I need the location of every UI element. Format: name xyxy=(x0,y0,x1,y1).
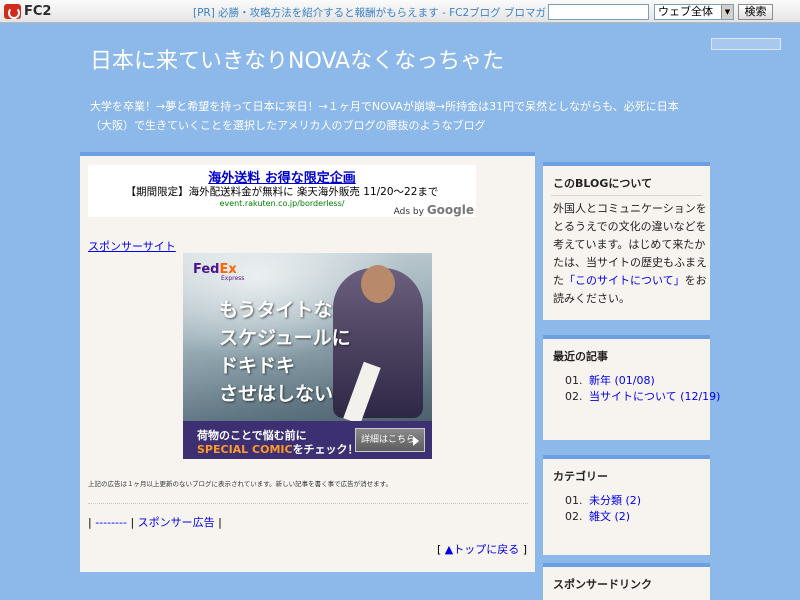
ads-by-google[interactable]: Ads by Google xyxy=(394,203,474,217)
categories-list: 01. 未分類 (2) 02. 雑文 (2) xyxy=(565,493,641,525)
list-item: 02. 当サイトについて (12/19) xyxy=(565,389,720,405)
sidebar-recent-title: 最近の記事 xyxy=(553,350,608,363)
nav-link-sponsor-ad[interactable]: スポンサー広告 xyxy=(138,516,215,529)
banner-line: させはしない xyxy=(219,383,334,405)
fedex-logo-fed: Fed xyxy=(193,262,220,277)
banner-line: スケジュールに xyxy=(219,327,351,349)
blog-title[interactable]: 日本に来ていきなりNOVAなくなっちゃた xyxy=(90,43,504,75)
list-item-number: 02. xyxy=(565,510,583,523)
banner-cta-highlight: SPECIAL COMIC xyxy=(197,443,293,456)
divider xyxy=(88,503,528,504)
nav-link-dashes[interactable]: -------- xyxy=(95,516,127,529)
entry-nav: | -------- | スポンサー広告 | xyxy=(88,514,222,530)
google-logo: Google xyxy=(426,203,474,217)
sidebar-sponsored-title: スポンサードリンク xyxy=(553,578,652,591)
search-scope-select[interactable]: ウェブ全体 ▼ xyxy=(654,4,734,20)
search-input[interactable] xyxy=(548,4,649,20)
nav-separator: | xyxy=(126,516,138,529)
category-link[interactable]: 未分類 (2) xyxy=(589,494,641,507)
banner-line: ドキドキ xyxy=(219,355,296,377)
back-to-top-link[interactable]: ▲トップに戻る xyxy=(445,543,519,556)
ads-by-label: Ads by xyxy=(393,207,424,217)
category-link[interactable]: 雑文 (2) xyxy=(589,510,630,523)
recent-post-link[interactable]: 新年 (01/08) xyxy=(589,374,655,387)
sidebar-sponsored-links: スポンサードリンク xyxy=(543,563,710,600)
search-button[interactable]: 検索 xyxy=(738,4,773,20)
banner-cta-rest: をチェック！ xyxy=(292,443,359,456)
recent-posts-list: 01. 新年 (01/08) 02. 当サイトについて (12/19) xyxy=(565,373,720,405)
list-item: 01. 新年 (01/08) xyxy=(565,373,720,389)
recent-post-link[interactable]: 当サイトについて (12/19) xyxy=(589,390,720,403)
fc2-toolbar: FC2 [PR] 必勝・攻略方法を紹介すると報酬がもらえます - FC2ブログ … xyxy=(0,0,800,23)
blog-description: 大学を卒業！→夢と希望を持って日本に来日！→１ヶ月でNOVAが崩壊→所持金は31… xyxy=(90,100,679,132)
list-item-number: 01. xyxy=(565,374,583,387)
dropdown-arrow-icon[interactable]: ▼ xyxy=(721,5,733,19)
sidebar-categories-title: カテゴリー xyxy=(553,470,608,483)
sidebar-about-title: このBLOGについて xyxy=(553,177,653,190)
text-ad: 海外送料 お得な限定企画 【期間限定】海外配送料金が無料に 楽天海外販売 11/… xyxy=(88,165,476,217)
fc2-logo-text: FC2 xyxy=(24,4,52,19)
divider xyxy=(551,195,702,196)
fedex-logo-sub: Express xyxy=(221,275,245,282)
bracket-close: ] xyxy=(519,543,527,556)
nav-separator: | xyxy=(214,516,222,529)
fc2-logo[interactable]: FC2 xyxy=(4,3,51,20)
about-site-link[interactable]: 「このサイトについて」 xyxy=(564,274,685,287)
sidebar-about: このBLOGについて 外国人とコミュニケーションをとるうえでの文化の違いなどを考… xyxy=(543,162,710,320)
sidebar-about-text: 外国人とコミュニケーションをとるうえでの文化の違いなどを考えています。はじめて来… xyxy=(553,200,708,308)
list-item-number: 01. xyxy=(565,494,583,507)
banner-line: もうタイトな xyxy=(219,299,333,321)
list-item-number: 02. xyxy=(565,390,583,403)
main-content: 海外送料 お得な限定企画 【期間限定】海外配送料金が無料に 楽天海外販売 11/… xyxy=(80,152,535,572)
list-item: 01. 未分類 (2) xyxy=(565,493,641,509)
list-item: 02. 雑文 (2) xyxy=(565,509,641,525)
ad-notice: 上記の広告は１ヶ月以上更新のないブログに表示されています。新しい記事を書く事で広… xyxy=(88,480,393,488)
bracket-open: [ xyxy=(436,543,445,556)
banner-detail-button[interactable]: 詳細はこちら xyxy=(355,428,425,452)
header-widget xyxy=(711,38,781,50)
search-scope-value: ウェブ全体 xyxy=(658,5,713,18)
sponsor-site-link[interactable]: スポンサーサイト xyxy=(88,238,176,254)
back-to-top: [ ▲トップに戻る ] xyxy=(437,541,527,557)
fedex-banner-ad[interactable]: FedEx Express もうタイトな スケジュールに ドキドキ させはしない… xyxy=(183,253,432,459)
fc2-logo-icon xyxy=(4,4,21,19)
banner-cta-line2: SPECIAL COMICをチェック！ xyxy=(197,441,359,457)
play-arrow-icon xyxy=(413,436,419,446)
banner-detail-label: 詳細はこちら xyxy=(361,435,416,445)
sidebar-recent-posts: 最近の記事 01. 新年 (01/08) 02. 当サイトについて (12/19) xyxy=(543,335,720,440)
pr-link[interactable]: [PR] 必勝・攻略方法を紹介すると報酬がもらえます - FC2ブログ ブロマガ xyxy=(193,5,546,20)
banner-player-head xyxy=(361,265,395,303)
ad-body: 【期間限定】海外配送料金が無料に 楽天海外販売 11/20～22まで xyxy=(125,186,439,198)
sidebar-categories: カテゴリー 01. 未分類 (2) 02. 雑文 (2) xyxy=(543,455,710,555)
